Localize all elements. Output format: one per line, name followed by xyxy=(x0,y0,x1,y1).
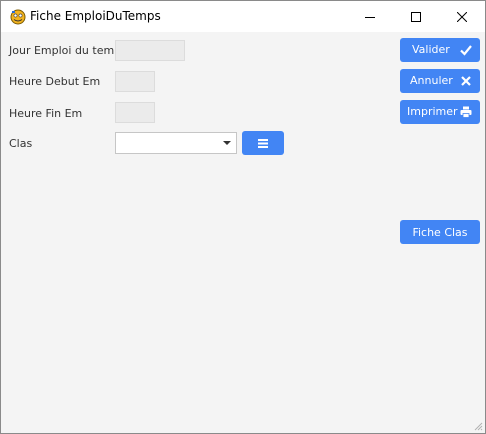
clas-label: Clas xyxy=(9,137,33,150)
annuler-label: Annuler xyxy=(410,74,453,87)
close-button[interactable] xyxy=(439,1,485,32)
heure-fin-input[interactable] xyxy=(115,102,155,123)
imprimer-label: Imprimer xyxy=(407,105,458,118)
maximize-button[interactable] xyxy=(393,1,439,32)
app-window: Fiche EmploiDuTemps Jour Emploi du temp … xyxy=(0,0,486,434)
fiche-clas-button[interactable]: Fiche Clas xyxy=(400,220,480,244)
heure-debut-input[interactable] xyxy=(115,71,155,92)
fiche-clas-label: Fiche Clas xyxy=(412,225,468,239)
x-icon xyxy=(461,76,471,86)
printer-icon xyxy=(460,106,472,118)
title-bar[interactable]: Fiche EmploiDuTemps xyxy=(1,1,485,32)
window-title: Fiche EmploiDuTemps xyxy=(30,9,161,23)
clas-select[interactable] xyxy=(115,132,237,154)
app-logo-icon xyxy=(10,9,26,25)
form-content: Jour Emploi du temp Heure Debut Em Heure… xyxy=(1,32,485,433)
minimize-icon xyxy=(365,16,375,18)
resize-grip-icon[interactable] xyxy=(473,421,483,431)
annuler-button[interactable]: Annuler xyxy=(400,69,480,93)
check-icon xyxy=(460,45,472,56)
minimize-button[interactable] xyxy=(347,1,393,32)
imprimer-button[interactable]: Imprimer xyxy=(400,100,480,124)
heure-fin-label: Heure Fin Em xyxy=(9,107,83,120)
jour-label: Jour Emploi du temp xyxy=(9,44,122,57)
valider-button[interactable]: Valider xyxy=(400,38,480,62)
close-icon xyxy=(457,11,467,22)
list-icon xyxy=(258,138,268,148)
clas-list-button[interactable] xyxy=(242,131,284,155)
chevron-down-icon xyxy=(223,141,231,145)
valider-label: Valider xyxy=(412,43,450,56)
jour-input[interactable] xyxy=(115,40,185,61)
maximize-icon xyxy=(411,11,421,22)
heure-debut-label: Heure Debut Em xyxy=(9,75,101,88)
